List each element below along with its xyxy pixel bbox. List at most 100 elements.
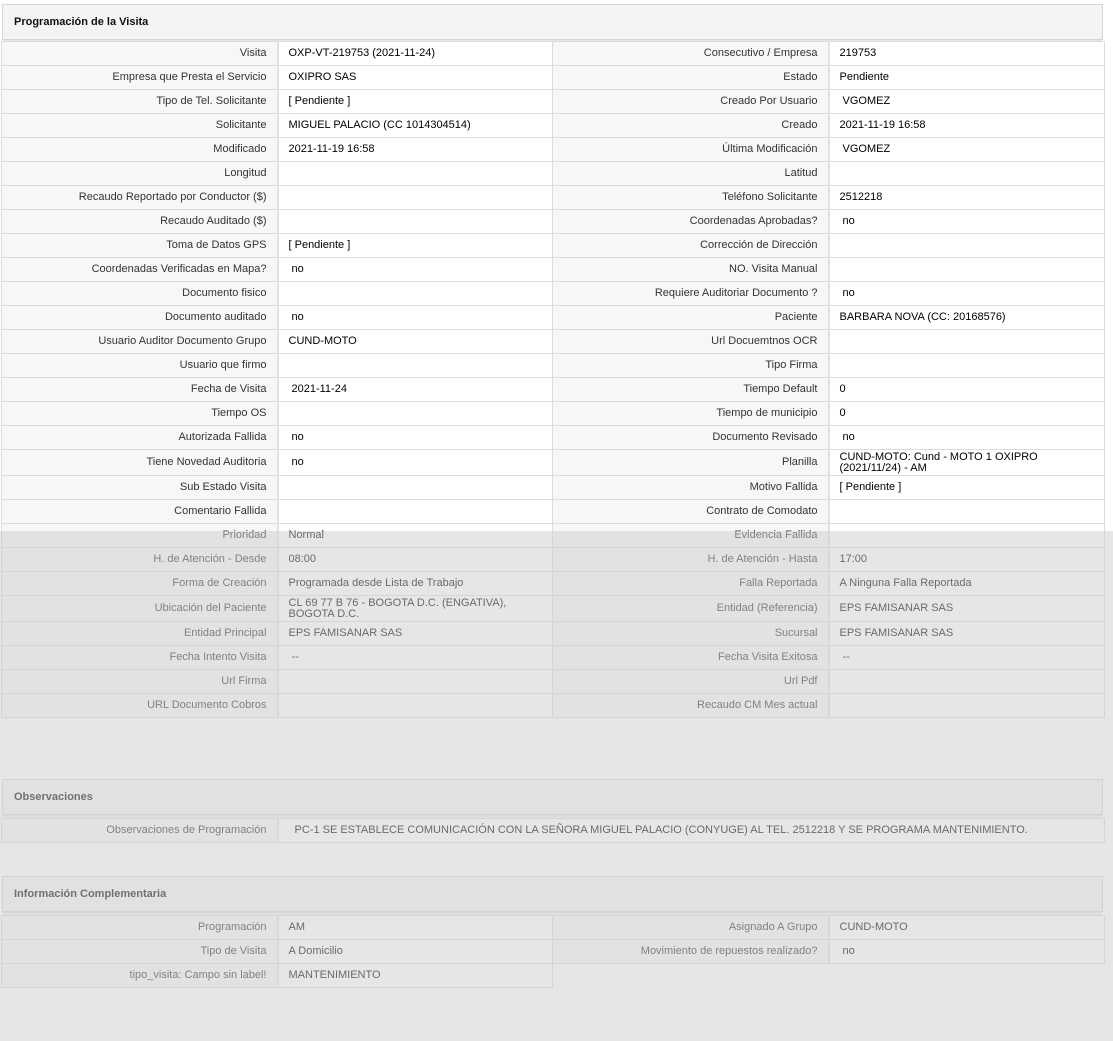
field-label-consecutivo-empresa: Consecutivo / Empresa — [552, 41, 830, 66]
section-header-complementaria: Información Complementaria — [2, 876, 1103, 915]
field-value-contrato-de-comodato — [828, 499, 1105, 524]
field-label-ultima-modificacion: Última Modificación — [552, 137, 830, 162]
field-label-entidad-principal: Entidad Principal — [1, 621, 279, 646]
field-label-telefono-solicitante: Teléfono Solicitante — [552, 185, 830, 210]
field-label-no-visita-manual: NO. Visita Manual — [552, 257, 830, 282]
field-label-modificado: Modificado — [1, 137, 279, 162]
field-label-entidad-referencia: Entidad (Referencia) — [552, 595, 830, 622]
field-label-usuario-que-firmo: Usuario que firmo — [1, 353, 279, 378]
field-label-planilla: Planilla — [552, 449, 830, 476]
field-value-visita: OXP-VT-219753 (2021-11-24) — [277, 41, 553, 66]
field-label-url-firma: Url Firma — [1, 669, 279, 694]
table-row: Url Firma Url Pdf — [1, 669, 1105, 694]
field-value-tiempo-de-municipio: 0 — [828, 401, 1105, 426]
field-label-solicitante: Solicitante — [1, 113, 279, 138]
field-label-documento-auditado: Documento auditado — [1, 305, 279, 330]
section-title-complementaria: Información Complementaria — [14, 888, 167, 900]
section-title-observaciones: Observaciones — [14, 791, 93, 803]
field-value-no-visita-manual — [828, 257, 1105, 282]
field-label-prioridad: Prioridad — [1, 523, 279, 548]
field-value-entidad-referencia: EPS FAMISANAR SAS — [828, 595, 1105, 622]
field-label-url-docuemtnos-ocr: Url Docuemtnos OCR — [552, 329, 830, 354]
table-row: Modificado 2021-11-19 16:58 Última Modific… — [1, 137, 1105, 162]
field-value-tiene-novedad-auditoria: no — [277, 449, 553, 476]
field-value-url-documento-cobros — [277, 693, 553, 718]
table-row: Fecha Intento Visita -- Fecha Visita Exito… — [1, 645, 1105, 670]
field-label-coordenadas-aprobadas: Coordenadas Aprobadas? — [552, 209, 830, 234]
table-row: Prioridad Normal Evidencia Fallida — [1, 523, 1105, 548]
field-label-tipo-firma: Tipo Firma — [552, 353, 830, 378]
field-value-sub-estado-visita — [277, 475, 553, 500]
field-value-solicitante: MIGUEL PALACIO (CC 1014304514) — [277, 113, 553, 138]
field-label-tiene-novedad-auditoria: Tiene Novedad Auditoria — [1, 449, 279, 476]
table-row: Recaudo Auditado ($) Coordenadas Aprobada… — [1, 209, 1105, 234]
field-value-documento-auditado: no — [277, 305, 553, 330]
field-value-fecha-intento-visita: -- — [277, 645, 553, 670]
field-label-fecha-intento-visita: Fecha Intento Visita — [1, 645, 279, 670]
field-value-sucursal: EPS FAMISANAR SAS — [828, 621, 1105, 646]
field-value-coordenadas-aprobadas: no — [828, 209, 1105, 234]
field-label-h-de-atencion-desde: H. de Atención - Desde — [1, 547, 279, 572]
observaciones-label: Observaciones de Programación — [1, 818, 279, 843]
visit-details-table: Visita OXP-VT-219753 (2021-11-24) Consecut… — [1, 41, 1105, 718]
field-value-paciente: BARBARA NOVA (CC: 20168576) — [828, 305, 1105, 330]
field-value-forma-de-creacion: Programada desde Lista de Trabajo — [277, 571, 553, 596]
field-label-contrato-de-comodato: Contrato de Comodato — [552, 499, 830, 524]
field-value-requiere-auditoriar-documento: no — [828, 281, 1105, 306]
field-value-ubicacion-del-paciente: CL 69 77 B 76 - BOGOTA D.C. (ENGATIVA), … — [277, 595, 553, 622]
field-value-recaudo-auditado — [277, 209, 553, 234]
field-value-comentario-fallida — [277, 499, 553, 524]
table-row: Coordenadas Verificadas en Mapa? no NO. Vi… — [1, 257, 1105, 282]
table-row: Tipo de Visita A Domicilio Movimiento de r… — [1, 939, 1105, 964]
field-value-consecutivo-empresa: 219753 — [828, 41, 1105, 66]
field-label-url-pdf: Url Pdf — [552, 669, 830, 694]
field-label-tipo-de-visita: Tipo de Visita — [1, 939, 279, 964]
field-value-estado: Pendiente — [828, 65, 1105, 90]
table-row: Entidad Principal EPS FAMISANAR SAS Sucurs… — [1, 621, 1105, 646]
field-value-recaudo-reportado-por-conductor — [277, 185, 553, 210]
field-label-requiere-auditoriar-documento: Requiere Auditoriar Documento ? — [552, 281, 830, 306]
field-label-falla-reportada: Falla Reportada — [552, 571, 830, 596]
field-value-longitud — [277, 161, 553, 186]
field-label-motivo-fallida: Motivo Fallida — [552, 475, 830, 500]
field-label-documento-fisico: Documento fisico — [1, 281, 279, 306]
field-value-fecha-visita-exitosa: -- — [828, 645, 1105, 670]
field-value-prioridad: Normal — [277, 523, 553, 548]
table-row: Programación AM Asignado A Grupo CUND-MOTO — [1, 915, 1105, 940]
field-label-autorizada-fallida: Autorizada Fallida — [1, 425, 279, 450]
table-row: Recaudo Reportado por Conductor ($) Teléf… — [1, 185, 1105, 210]
field-label-longitud: Longitud — [1, 161, 279, 186]
field-label-latitud: Latitud — [552, 161, 830, 186]
field-value-telefono-solicitante: 2512218 — [828, 185, 1105, 210]
table-row: Tipo de Tel. Solicitante[ Pendiente ] Cre… — [1, 89, 1105, 114]
field-value-planilla: CUND-MOTO: Cund - MOTO 1 OXIPRO (2021/11… — [828, 449, 1105, 476]
field-value-motivo-fallida: [ Pendiente ] — [828, 475, 1105, 500]
field-value-usuario-que-firmo — [277, 353, 553, 378]
table-row: Ubicación del Paciente CL 69 77 B 76 - BO… — [1, 595, 1105, 622]
field-label-coordenadas-verificadas-en-mapa: Coordenadas Verificadas en Mapa? — [1, 257, 279, 282]
table-row: tipo_visita: Campo sin label! MANTENIMIEN… — [1, 963, 1105, 988]
field-label-recaudo-cm-mes-actual: Recaudo CM Mes actual — [552, 693, 830, 718]
field-label-creado-por-usuario: Creado Por Usuario — [552, 89, 830, 114]
field-value-h-de-atencion-desde: 08:00 — [277, 547, 553, 572]
field-value-documento-revisado: no — [828, 425, 1105, 450]
field-value-tiempo-default: 0 — [828, 377, 1105, 402]
field-value-tiempo-os — [277, 401, 553, 426]
table-row: Toma de Datos GPS[ Pendiente ] Corrección… — [1, 233, 1105, 258]
field-label-empresa-que-presta-el-servicio: Empresa que Presta el Servicio — [1, 65, 279, 90]
field-value-asignado-a-grupo: CUND-MOTO — [828, 915, 1105, 940]
field-label-ubicacion-del-paciente: Ubicación del Paciente — [1, 595, 279, 622]
field-value-tipo-de-visita: A Domicilio — [277, 939, 553, 964]
field-label-h-de-atencion-hasta: H. de Atención - Hasta — [552, 547, 830, 572]
observaciones-table: Observaciones de Programación PC-1 SE ES… — [1, 818, 1105, 843]
table-row: Visita OXP-VT-219753 (2021-11-24) Consecut… — [1, 41, 1105, 66]
field-label-fecha-visita-exitosa: Fecha Visita Exitosa — [552, 645, 830, 670]
field-value-creado-por-usuario: VGOMEZ — [828, 89, 1105, 114]
section-header-observaciones: Observaciones — [2, 779, 1103, 818]
field-value-ultima-modificacion: VGOMEZ — [828, 137, 1105, 162]
field-value-creado: 2021-11-19 16:58 — [828, 113, 1105, 138]
table-row: Autorizada Fallida no Documento Revisado no — [1, 425, 1105, 450]
table-row: Usuario Auditor Documento Grupo CUND-MOTO… — [1, 329, 1105, 354]
field-label-toma-de-datos-gps: Toma de Datos GPS — [1, 233, 279, 258]
table-row: Documento fisico Requiere Auditoriar Docu… — [1, 281, 1105, 306]
